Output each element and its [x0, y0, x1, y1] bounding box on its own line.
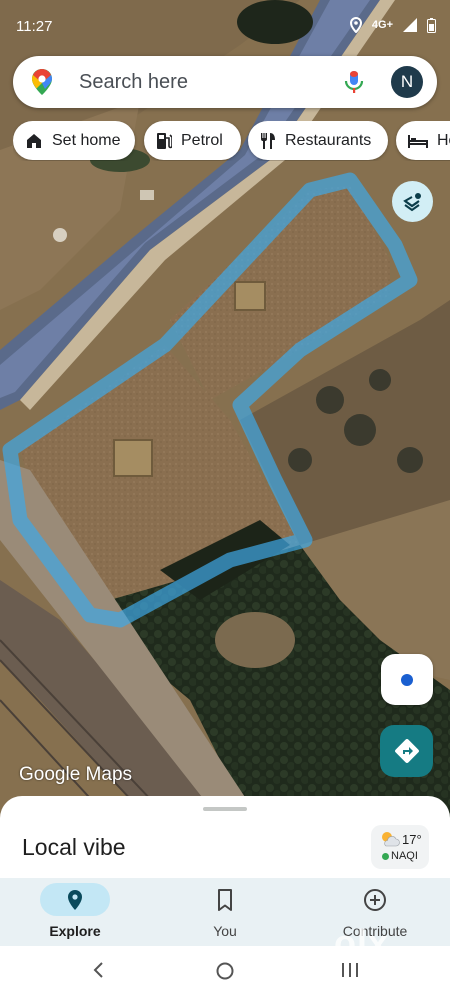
- bookmark-icon: [218, 889, 232, 911]
- aqi-label: NAQI: [391, 850, 418, 862]
- weather-card[interactable]: 17° NAQI: [371, 825, 429, 869]
- chip-label: Restaurants: [285, 131, 372, 149]
- chip-hotels[interactable]: Ho: [396, 121, 450, 160]
- directions-icon: [394, 739, 419, 763]
- fuel-pump-icon: [157, 132, 172, 149]
- nav-label-you: You: [213, 923, 237, 939]
- nav-explore[interactable]: Explore: [0, 878, 150, 946]
- system-navigation-bar: [0, 946, 450, 1000]
- layers-icon: [402, 192, 421, 211]
- home-icon: [27, 133, 41, 148]
- mic-icon[interactable]: [342, 69, 366, 95]
- google-maps-logo: Google Maps: [19, 764, 133, 785]
- back-icon[interactable]: [92, 962, 106, 978]
- nav-label-explore: Explore: [49, 923, 101, 939]
- drag-handle[interactable]: [203, 807, 247, 811]
- network-type: 4G+: [371, 19, 393, 31]
- chip-label: Petrol: [181, 131, 223, 149]
- chip-set-home[interactable]: Set home: [13, 121, 135, 160]
- chip-label: Set home: [52, 131, 121, 149]
- chip-label: Ho: [437, 131, 450, 149]
- sheet-title: Local vibe: [22, 834, 126, 860]
- status-bar: 11:27 4G+: [0, 0, 450, 52]
- recents-icon[interactable]: [341, 962, 359, 978]
- location-pin-icon: [68, 890, 82, 910]
- nav-you[interactable]: You: [150, 878, 300, 946]
- location-status-icon: [349, 17, 362, 33]
- fork-knife-icon: [261, 132, 275, 149]
- weather-temperature: 17°: [402, 832, 422, 847]
- bed-icon: [408, 134, 428, 148]
- google-maps-pin-icon: [32, 69, 52, 95]
- add-circle-icon: [364, 889, 386, 911]
- category-chips: Set home Petrol Restaurants Ho: [13, 121, 450, 161]
- aqi-status-dot: [382, 853, 389, 860]
- chip-restaurants[interactable]: Restaurants: [248, 121, 388, 160]
- my-location-button[interactable]: [381, 654, 433, 705]
- search-bar[interactable]: Search here N: [13, 56, 437, 108]
- avatar[interactable]: N: [391, 66, 423, 98]
- signal-icon: [403, 18, 417, 32]
- chip-petrol[interactable]: Petrol: [144, 121, 241, 160]
- layers-button[interactable]: [392, 181, 433, 222]
- search-input[interactable]: Search here: [79, 71, 188, 94]
- battery-icon: [427, 17, 436, 33]
- partly-cloudy-icon: [382, 832, 400, 847]
- directions-button[interactable]: [380, 725, 433, 777]
- status-time: 11:27: [16, 18, 53, 35]
- status-icons: 4G+: [349, 17, 436, 33]
- home-circle-icon[interactable]: [216, 962, 234, 980]
- my-location-icon: [401, 673, 413, 686]
